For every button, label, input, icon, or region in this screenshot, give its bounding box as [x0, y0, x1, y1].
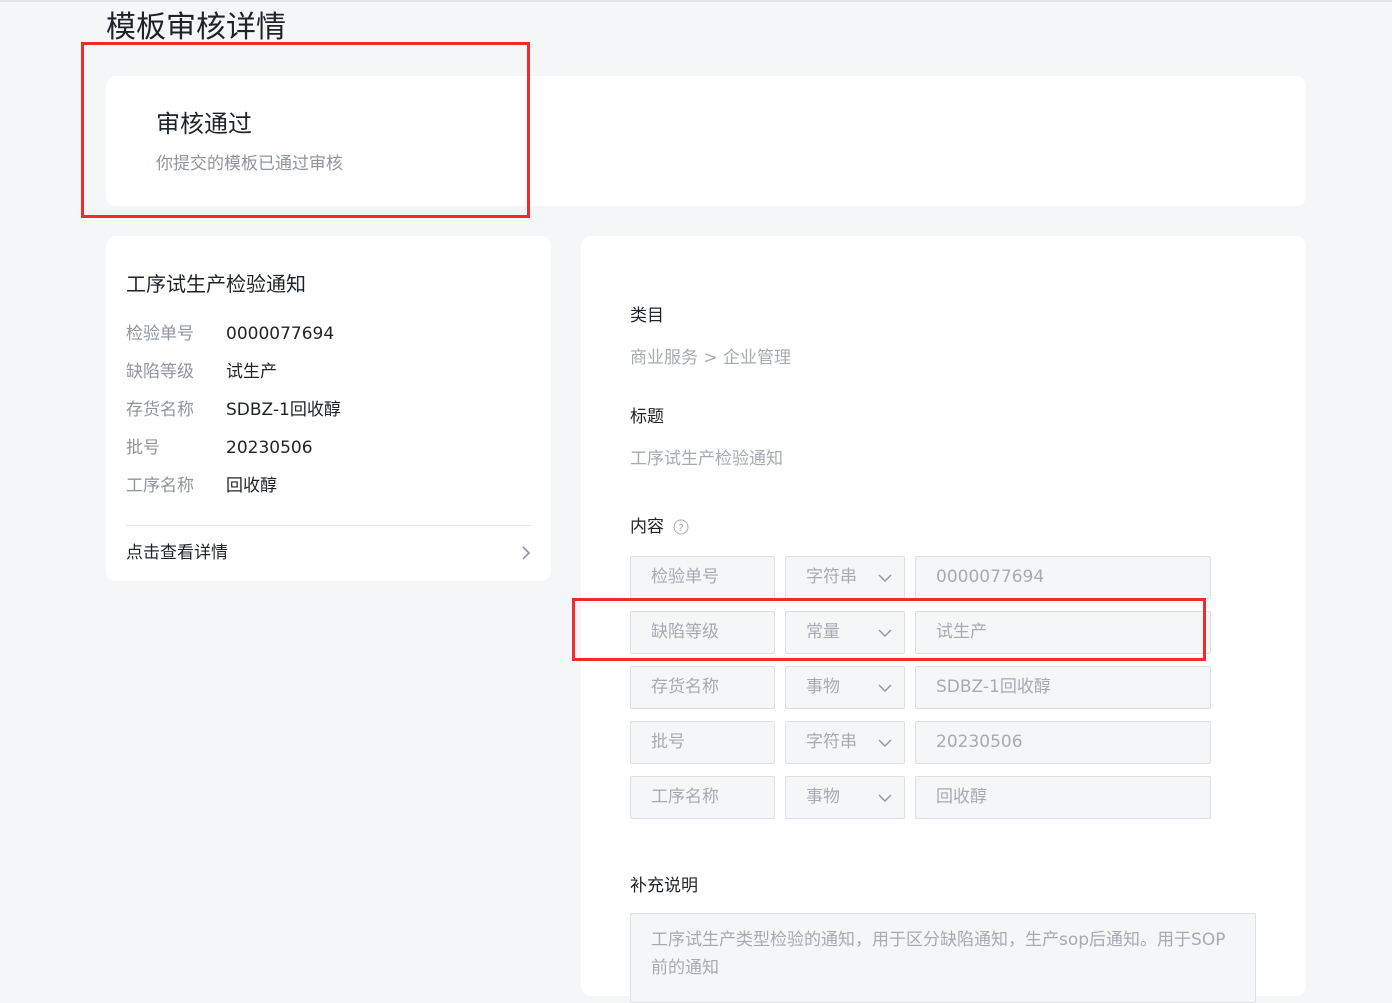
preview-row-key: 工序名称 [126, 476, 194, 496]
content-type-value: 字符串 [806, 732, 857, 752]
title-label: 标题 [630, 407, 664, 427]
template-preview-card: 工序试生产检验通知 检验单号 0000077694 缺陷等级 试生产 存货名称 … [106, 236, 551, 581]
content-type-select[interactable]: 常量 [785, 611, 905, 654]
content-type-value: 事物 [806, 787, 840, 807]
help-icon[interactable]: ? [673, 519, 689, 535]
title-value: 工序试生产检验通知 [630, 449, 783, 469]
preview-row-value: SDBZ-1回收醇 [226, 400, 341, 420]
content-value-field: 试生产 [915, 611, 1211, 654]
content-type-value: 事物 [806, 677, 840, 697]
content-value-field: 20230506 [915, 721, 1211, 764]
category-label: 类目 [630, 306, 664, 326]
content-value-field: 0000077694 [915, 556, 1211, 599]
preview-row: 批号 20230506 [126, 435, 526, 461]
content-type-select[interactable]: 字符串 [785, 721, 905, 764]
preview-row-key: 检验单号 [126, 324, 194, 344]
preview-title: 工序试生产检验通知 [126, 272, 306, 296]
content-type-select[interactable]: 事物 [785, 666, 905, 709]
preview-row-value: 回收醇 [226, 476, 277, 496]
content-type-value: 字符串 [806, 567, 857, 587]
chevron-down-icon [878, 794, 892, 802]
preview-row-value: 试生产 [226, 362, 277, 382]
status-title: 审核通过 [156, 110, 252, 138]
content-type-value: 常量 [806, 622, 840, 642]
top-divider [0, 0, 1392, 2]
view-details-link[interactable]: 点击查看详情 [126, 540, 228, 566]
content-type-select[interactable]: 字符串 [785, 556, 905, 599]
preview-divider [126, 525, 531, 526]
page-title: 模板审核详情 [106, 10, 286, 45]
content-value-field: SDBZ-1回收醇 [915, 666, 1211, 709]
content-key-field: 工序名称 [630, 776, 775, 819]
content-label: 内容 [630, 517, 664, 537]
preview-row: 检验单号 0000077694 [126, 321, 526, 347]
content-key-field: 批号 [630, 721, 775, 764]
preview-row-key: 缺陷等级 [126, 362, 194, 382]
preview-row: 工序名称 回收醇 [126, 473, 526, 499]
category-value: 商业服务 > 企业管理 [630, 348, 792, 368]
chevron-down-icon [878, 739, 892, 747]
content-type-select[interactable]: 事物 [785, 776, 905, 819]
content-key-field: 检验单号 [630, 556, 775, 599]
preview-row-key: 批号 [126, 438, 160, 458]
content-value-field: 回收醇 [915, 776, 1211, 819]
template-form-card: 类目 商业服务 > 企业管理 标题 工序试生产检验通知 内容 ? 检验单号 字符… [581, 236, 1306, 1003]
content-key-field: 缺陷等级 [630, 611, 775, 654]
preview-row: 缺陷等级 试生产 [126, 359, 526, 385]
chevron-down-icon [878, 574, 892, 582]
svg-text:?: ? [678, 523, 683, 534]
notes-label: 补充说明 [630, 876, 698, 896]
preview-row-value: 20230506 [226, 438, 313, 458]
notes-field: 工序试生产类型检验的通知，用于区分缺陷通知，生产sop后通知。用于SOP前的通知 [630, 913, 1256, 1003]
status-description: 你提交的模板已通过审核 [156, 154, 343, 174]
preview-row: 存货名称 SDBZ-1回收醇 [126, 397, 526, 423]
preview-row-key: 存货名称 [126, 400, 194, 420]
chevron-down-icon [878, 629, 892, 637]
status-card: 审核通过 你提交的模板已通过审核 [106, 76, 1306, 206]
chevron-down-icon [878, 684, 892, 692]
preview-row-value: 0000077694 [226, 324, 335, 344]
chevron-right-icon[interactable] [516, 543, 536, 563]
content-key-field: 存货名称 [630, 666, 775, 709]
